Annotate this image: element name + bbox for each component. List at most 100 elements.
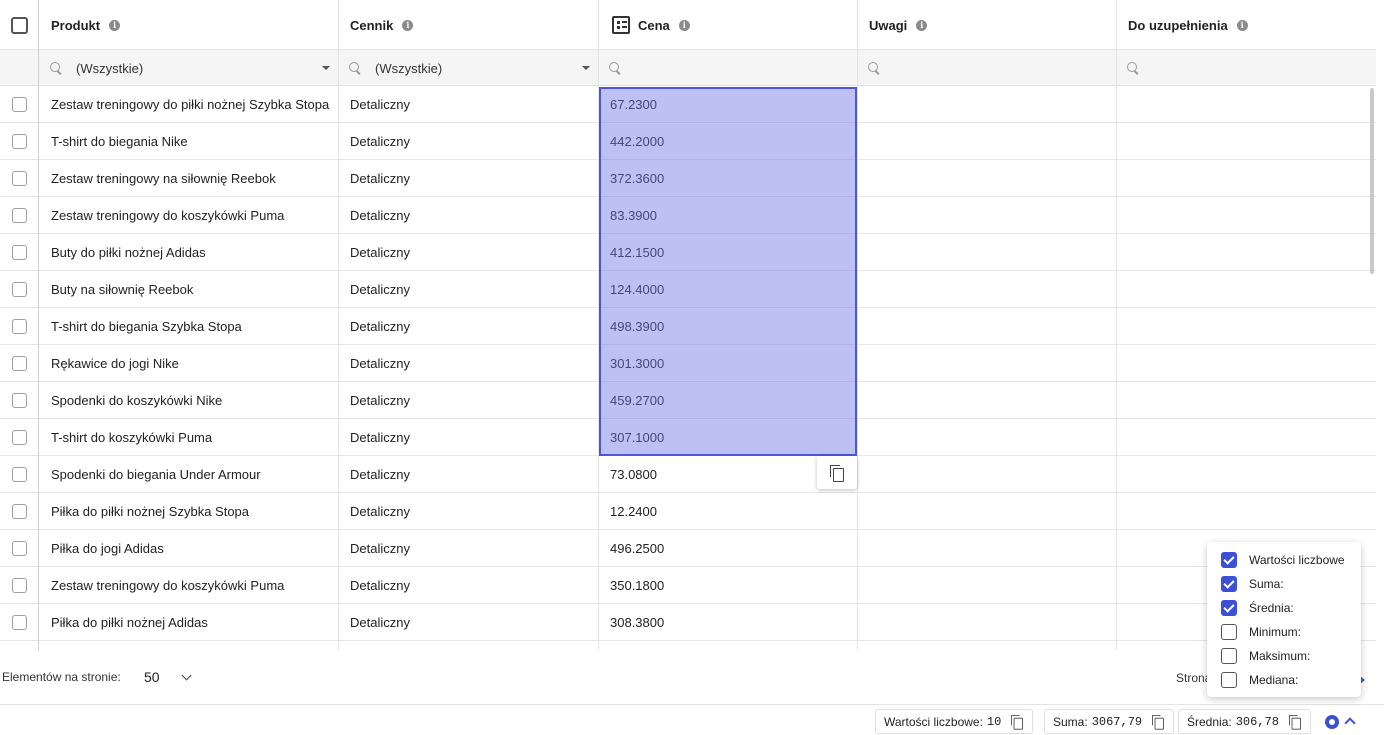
cell-product[interactable]: Spodenki do koszykówki Nike (51, 382, 222, 418)
row-checkbox[interactable] (12, 615, 27, 630)
cell-pricelist[interactable]: Detaliczny (350, 234, 410, 270)
cell-todo[interactable] (1128, 86, 1368, 122)
cell-price[interactable]: 308.3800 (610, 604, 664, 640)
row-checkbox[interactable] (12, 208, 27, 223)
cell-pricelist[interactable]: Detaliczny (350, 604, 410, 640)
row-checkbox[interactable] (12, 393, 27, 408)
cell-pricelist[interactable]: Detaliczny (350, 456, 410, 492)
cell-pricelist[interactable]: Detaliczny (350, 530, 410, 566)
cell-notes[interactable] (869, 160, 1109, 196)
row-checkbox[interactable] (12, 134, 27, 149)
row-checkbox[interactable] (12, 356, 27, 371)
cell-product[interactable]: Piłka do piłki nożnej Szybka Stopa (51, 493, 249, 529)
product-filter[interactable]: (Wszystkie) (49, 50, 337, 86)
stats-menu-checkbox[interactable] (1221, 624, 1237, 640)
copy-icon[interactable] (1288, 714, 1301, 730)
column-header-product[interactable]: Produkt i (51, 0, 121, 50)
cell-todo[interactable] (1128, 197, 1368, 233)
stats-menu-item[interactable]: Suma: (1221, 574, 1284, 594)
cell-notes[interactable] (869, 271, 1109, 307)
cell-pricelist[interactable]: Detaliczny (350, 197, 410, 233)
cell-notes[interactable] (869, 86, 1109, 122)
cell-product[interactable]: Zestaw treningowy do koszykówki Puma (51, 567, 284, 603)
stats-menu-item[interactable]: Mediana: (1221, 670, 1298, 690)
cell-pricelist[interactable]: Detaliczny (350, 308, 410, 344)
cell-pricelist[interactable]: Detaliczny (350, 86, 410, 122)
cell-price[interactable]: 12.2400 (610, 493, 657, 529)
table-row[interactable]: Piłka do jogi Adidas Detaliczny 496.2500 (0, 530, 1376, 567)
cell-pricelist[interactable]: Detaliczny (350, 567, 410, 603)
cell-notes[interactable] (869, 604, 1109, 640)
stats-menu-item[interactable]: Maksimum: (1221, 646, 1310, 666)
price-filter[interactable] (608, 50, 856, 86)
cell-todo[interactable] (1128, 271, 1368, 307)
stats-menu-item[interactable]: Średnia: (1221, 598, 1294, 618)
copy-selection-button[interactable] (817, 456, 857, 489)
stats-menu-checkbox[interactable] (1221, 672, 1237, 688)
cell-product[interactable]: T-shirt do biegania Szybka Stopa (51, 308, 242, 344)
stats-menu-item[interactable]: Minimum: (1221, 622, 1301, 642)
cell-todo[interactable] (1128, 382, 1368, 418)
row-checkbox[interactable] (12, 282, 27, 297)
cell-pricelist[interactable]: Detaliczny (350, 271, 410, 307)
cell-pricelist[interactable]: Detaliczny (350, 382, 410, 418)
table-row[interactable]: Piłka do piłki nożnej Adidas Detaliczny 30… (0, 604, 1376, 641)
row-checkbox[interactable] (12, 578, 27, 593)
cell-product[interactable]: Buty do piłki nożnej Adidas (51, 234, 206, 270)
notes-filter[interactable] (867, 50, 1115, 86)
info-icon[interactable]: i (109, 19, 121, 31)
cell-pricelist[interactable]: Detaliczny (350, 123, 410, 159)
cell-notes[interactable] (869, 456, 1109, 492)
copy-icon[interactable] (1011, 714, 1024, 730)
table-row[interactable]: Piłka do piłki nożnej Szybka Stopa Detali… (0, 493, 1376, 530)
cell-notes[interactable] (869, 234, 1109, 270)
row-checkbox[interactable] (12, 467, 27, 482)
row-checkbox[interactable] (12, 97, 27, 112)
info-icon[interactable]: i (678, 19, 690, 31)
row-checkbox[interactable] (12, 245, 27, 260)
stats-menu-checkbox[interactable] (1221, 576, 1237, 592)
cell-todo[interactable] (1128, 160, 1368, 196)
cell-product[interactable]: T-shirt do biegania Nike (51, 123, 188, 159)
chevron-down-icon[interactable] (322, 66, 330, 70)
cell-product[interactable]: Spodenki do biegania Under Armour (51, 456, 261, 492)
table-row[interactable]: Spodenki do biegania Under Armour Detalic… (0, 456, 1376, 493)
cell-pricelist[interactable]: Detaliczny (350, 493, 410, 529)
cell-pricelist[interactable]: Detaliczny (350, 345, 410, 381)
cell-product[interactable]: Buty na siłownię Reebok (51, 271, 193, 307)
chevron-up-icon[interactable] (1344, 717, 1356, 729)
stats-menu-checkbox[interactable] (1221, 552, 1237, 568)
cell-notes[interactable] (869, 308, 1109, 344)
chevron-down-icon[interactable] (582, 66, 590, 70)
table-row[interactable]: Zestaw treningowy do koszykówki Puma Deta… (0, 567, 1376, 604)
cell-range-selection[interactable] (599, 87, 857, 456)
cell-product[interactable]: Zestaw treningowy na siłownię Reebok (51, 160, 276, 196)
cell-todo[interactable] (1128, 456, 1368, 492)
cell-todo[interactable] (1128, 123, 1368, 159)
cell-notes[interactable] (869, 530, 1109, 566)
cell-todo[interactable] (1128, 419, 1368, 455)
cell-product[interactable]: Zestaw treningowy do piłki nożnej Szybka… (51, 86, 329, 122)
stats-menu-item[interactable]: Wartości liczbowe (1221, 550, 1345, 570)
cell-notes[interactable] (869, 123, 1109, 159)
cell-product[interactable]: T-shirt do koszykówki Puma (51, 419, 212, 455)
select-all-checkbox[interactable] (11, 17, 28, 34)
gear-icon[interactable] (1325, 715, 1339, 729)
cell-price[interactable]: 496.2500 (610, 530, 664, 566)
column-header-todo[interactable]: Do uzupełnienia i (1128, 0, 1248, 50)
row-checkbox[interactable] (12, 171, 27, 186)
cell-pricelist[interactable]: Detaliczny (350, 160, 410, 196)
column-header-pricelist[interactable]: Cennik i (350, 0, 414, 50)
cell-price[interactable]: 350.1800 (610, 567, 664, 603)
cell-notes[interactable] (869, 493, 1109, 529)
copy-icon[interactable] (1152, 714, 1165, 730)
cell-todo[interactable] (1128, 234, 1368, 270)
row-checkbox[interactable] (12, 541, 27, 556)
cell-todo[interactable] (1128, 493, 1368, 529)
column-header-notes[interactable]: Uwagi i (869, 0, 928, 50)
cell-product[interactable]: Piłka do piłki nożnej Adidas (51, 604, 208, 640)
cell-notes[interactable] (869, 382, 1109, 418)
cell-product[interactable]: Rękawice do jogi Nike (51, 345, 179, 381)
info-icon[interactable]: i (916, 19, 928, 31)
cell-todo[interactable] (1128, 308, 1368, 344)
